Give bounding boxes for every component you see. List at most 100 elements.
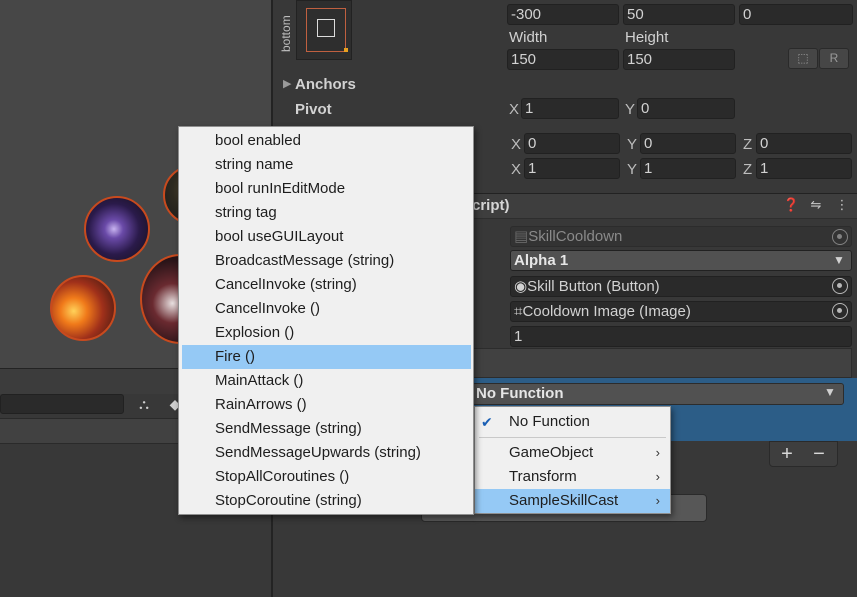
menu-item-method[interactable]: bool runInEditMode <box>179 177 473 201</box>
pivot-y-axis: Y <box>625 101 636 118</box>
menu-item-method[interactable]: string tag <box>179 201 473 225</box>
component-title: cript) <box>472 197 510 214</box>
menu-item-sampleskillcast[interactable]: SampleSkillCast › <box>475 489 670 513</box>
pivot-y-field[interactable]: 0 <box>637 98 735 119</box>
menu-item-gameobject[interactable]: GameObject › <box>475 441 670 465</box>
menu-item-label: Explosion () <box>215 324 295 341</box>
scale-y-axis: Y <box>627 161 638 178</box>
alpha-dropdown[interactable]: Alpha 1 <box>510 250 852 271</box>
scale-y-field[interactable]: 1 <box>640 158 736 179</box>
anchor-pivot-dot <box>344 48 348 52</box>
alpha-dropdown-arrow-icon: ▼ <box>833 253 845 267</box>
menu-item-label: CancelInvoke () <box>215 300 321 317</box>
skill-icon-fire <box>50 275 116 341</box>
menu-item-transform[interactable]: Transform › <box>475 465 670 489</box>
menu-item-label: StopCoroutine (string) <box>215 492 362 509</box>
method-submenu: bool enabled string name bool runInEditM… <box>178 126 474 515</box>
menu-item-label: StopAllCoroutines () <box>215 468 350 485</box>
menu-item-method[interactable]: StopAllCoroutines () <box>179 465 473 489</box>
button-component-icon: ◉ <box>514 278 528 295</box>
menu-item-label: bool enabled <box>215 132 301 149</box>
skill-icon-purple <box>84 196 150 262</box>
skill-button-picker-icon[interactable] <box>832 278 848 294</box>
width-label: Width <box>509 29 548 46</box>
menu-item-label: RainArrows () <box>215 396 307 413</box>
pos-x-field[interactable]: -300 <box>507 4 619 25</box>
rotation-y-field[interactable]: 0 <box>640 133 736 154</box>
menu-item-method[interactable]: SendMessageUpwards (string) <box>179 441 473 465</box>
more-options-icon[interactable]: ⋮ <box>834 197 850 213</box>
menu-item-label: Transform <box>509 468 577 485</box>
cooldown-image-picker-icon[interactable] <box>832 303 848 319</box>
check-icon: ✔ <box>481 414 493 430</box>
scale-z-axis: Z <box>743 161 753 178</box>
cooldown-image-field[interactable]: ⌗Cooldown Image (Image) <box>510 301 852 322</box>
menu-item-method-highlighted[interactable]: Fire () <box>182 345 471 369</box>
scene-visibility-icon[interactable]: ⛬ <box>134 394 154 414</box>
rotation-x-field[interactable]: 0 <box>524 133 620 154</box>
pos-y-field[interactable]: 50 <box>623 4 735 25</box>
menu-item-method[interactable]: CancelInvoke (string) <box>179 273 473 297</box>
pivot-x-field[interactable]: 1 <box>521 98 619 119</box>
rotation-x-axis: X <box>511 136 522 153</box>
menu-item-label: Fire () <box>215 348 255 365</box>
menu-item-method[interactable]: BroadcastMessage (string) <box>179 249 473 273</box>
pos-z-field[interactable]: 0 <box>739 4 853 25</box>
function-dropdown[interactable]: No Function <box>472 383 844 405</box>
anchor-preset-square <box>317 19 335 37</box>
remove-event-button[interactable]: − <box>808 443 830 466</box>
scale-x-axis: X <box>511 161 522 178</box>
pivot-label: Pivot <box>295 101 332 118</box>
menu-item-method[interactable]: StopCoroutine (string) <box>179 489 473 513</box>
anchors-label[interactable]: Anchors <box>295 76 356 93</box>
blueprint-mode-button[interactable]: ⬚ <box>788 48 818 69</box>
add-event-button[interactable]: + <box>776 443 798 466</box>
event-list-header <box>473 348 852 378</box>
anchors-foldout-icon[interactable]: ▶ <box>283 77 291 90</box>
submenu-arrow-icon: › <box>655 445 660 460</box>
submenu-arrow-icon: › <box>655 469 660 484</box>
menu-item-label: SendMessage (string) <box>215 420 362 437</box>
menu-separator <box>479 437 666 438</box>
menu-item-label: SampleSkillCast <box>509 492 619 509</box>
scale-x-field[interactable]: 1 <box>524 158 620 179</box>
menu-item-label: GameObject <box>509 444 594 461</box>
menu-item-method[interactable]: CancelInvoke () <box>179 297 473 321</box>
menu-item-method[interactable]: bool enabled <box>179 129 473 153</box>
anchor-bottom-label: bottom <box>279 15 293 52</box>
script-field-text: SkillCooldown <box>528 228 623 245</box>
menu-item-label: bool useGUILayout <box>215 228 344 245</box>
cooldown-image-field-text: Cooldown Image (Image) <box>522 303 691 320</box>
menu-item-method[interactable]: RainArrows () <box>179 393 473 417</box>
submenu-arrow-icon: › <box>655 493 660 508</box>
rotation-z-axis: Z <box>743 136 753 153</box>
pivot-x-axis: X <box>509 101 520 118</box>
function-dropdown-arrow-icon: ▼ <box>824 385 836 399</box>
menu-item-method[interactable]: bool useGUILayout <box>179 225 473 249</box>
scale-z-field[interactable]: 1 <box>756 158 852 179</box>
rotation-z-field[interactable]: 0 <box>756 133 852 154</box>
menu-item-method[interactable]: string name <box>179 153 473 177</box>
raw-edit-button[interactable]: R <box>819 48 849 69</box>
hierarchy-search-input[interactable] <box>0 394 124 414</box>
skill-button-field[interactable]: ◉Skill Button (Button) <box>510 276 852 297</box>
menu-item-method[interactable]: SendMessage (string) <box>179 417 473 441</box>
menu-item-label: string tag <box>215 204 277 221</box>
menu-item-no-function[interactable]: ✔ No Function <box>475 410 670 434</box>
menu-item-label: No Function <box>509 413 590 430</box>
help-icon[interactable]: ❓ <box>783 197 799 213</box>
preset-sliders-icon[interactable]: ⇋ <box>808 197 824 213</box>
menu-item-label: BroadcastMessage (string) <box>215 252 395 269</box>
number-field[interactable]: 1 <box>510 326 852 347</box>
script-file-icon: ▤ <box>514 228 529 245</box>
height-field[interactable]: 150 <box>623 49 735 70</box>
width-field[interactable]: 150 <box>507 49 619 70</box>
menu-item-method[interactable]: Explosion () <box>179 321 473 345</box>
rotation-y-axis: Y <box>627 136 638 153</box>
menu-item-label: string name <box>215 156 294 173</box>
menu-item-method[interactable]: MainAttack () <box>179 369 473 393</box>
script-picker-icon[interactable] <box>832 229 848 245</box>
script-field[interactable]: ▤SkillCooldown <box>510 226 852 247</box>
menu-item-label: CancelInvoke (string) <box>215 276 357 293</box>
menu-item-label: SendMessageUpwards (string) <box>215 444 421 461</box>
